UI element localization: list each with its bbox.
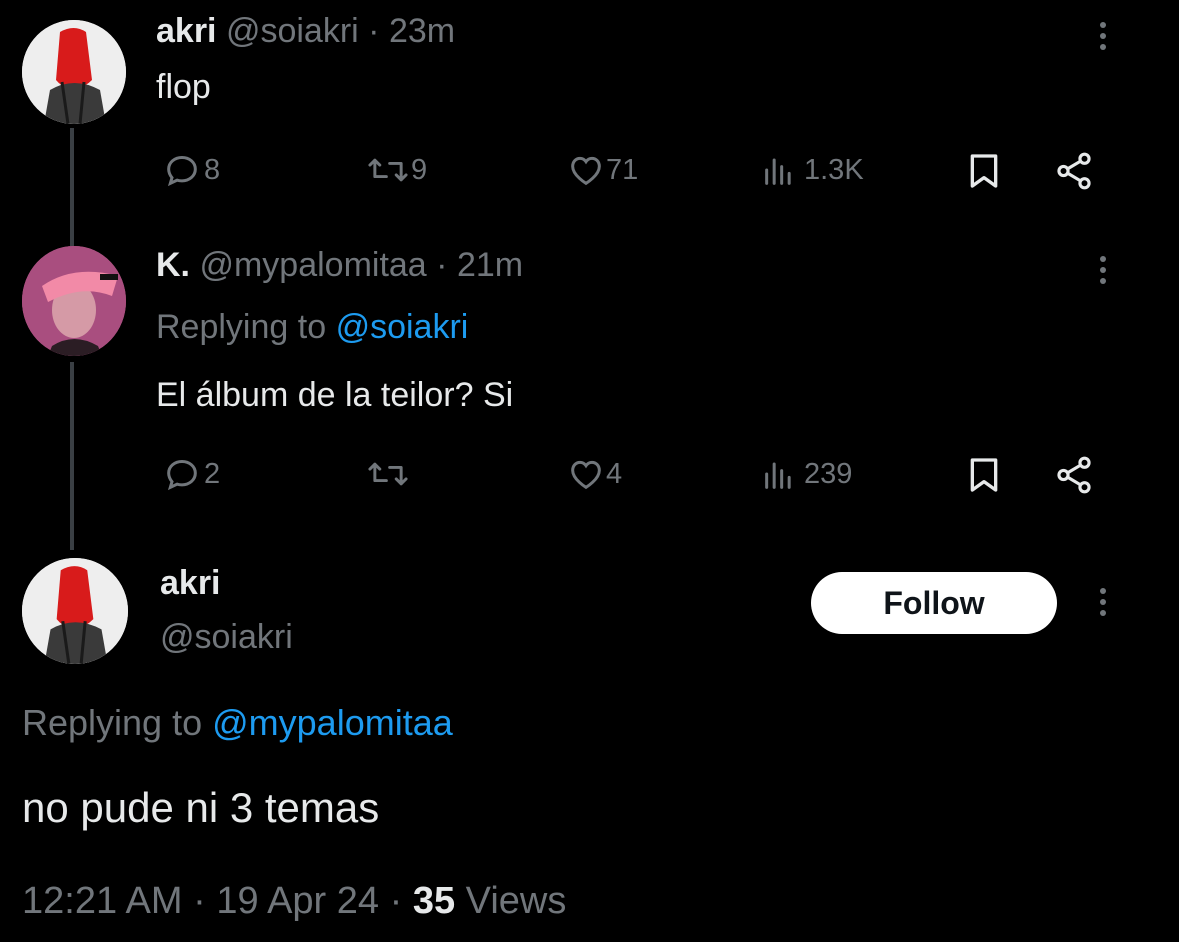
- avatar-k[interactable]: [22, 246, 126, 356]
- retweet-count: 9: [411, 153, 428, 186]
- tweet-meta: 12:21 AM · 19 Apr 24 · 35 Views: [22, 880, 566, 923]
- handle[interactable]: @mypalomitaa: [199, 246, 426, 284]
- separator: ·: [368, 12, 380, 50]
- replying-prefix: Replying to: [156, 308, 327, 346]
- share-icon: [1057, 152, 1091, 190]
- views-icon: [765, 158, 791, 185]
- share-icon: [1057, 456, 1091, 494]
- views-count: 35: [412, 880, 456, 922]
- display-name[interactable]: K.: [156, 246, 190, 284]
- views-label: Views: [465, 880, 567, 922]
- date[interactable]: 19 Apr 24: [216, 880, 379, 922]
- share-button[interactable]: [1052, 150, 1096, 192]
- timestamp[interactable]: 23m: [389, 12, 455, 50]
- like-button[interactable]: 4: [566, 454, 622, 494]
- reply-count: 8: [204, 153, 221, 186]
- views-button[interactable]: 239: [760, 454, 852, 494]
- retweet-icon: [368, 462, 408, 486]
- thread-line-2: [70, 362, 74, 550]
- separator: ·: [436, 246, 448, 284]
- avatar-image: [22, 20, 126, 124]
- bookmark-button[interactable]: [964, 454, 1004, 496]
- bookmark-button[interactable]: [964, 150, 1004, 192]
- reply-icon: [167, 459, 197, 491]
- bookmark-icon: [970, 458, 998, 492]
- replying-prefix: Replying to: [22, 702, 203, 743]
- like-icon: [571, 156, 601, 186]
- timestamp[interactable]: 12:21 AM: [22, 880, 183, 922]
- retweet-button[interactable]: 9: [365, 150, 427, 190]
- views-count: 1.3K: [804, 153, 864, 186]
- avatar-akri[interactable]: [22, 558, 128, 664]
- replying-handle-link[interactable]: @soiakri: [336, 308, 469, 346]
- handle[interactable]: @soiakri: [160, 618, 293, 657]
- avatar-akri[interactable]: [22, 20, 126, 124]
- like-button[interactable]: 71: [566, 150, 638, 190]
- more-icon[interactable]: [1099, 588, 1107, 621]
- more-icon[interactable]: [1099, 256, 1107, 289]
- views-button[interactable]: 1.3K: [760, 150, 864, 190]
- like-count: 4: [606, 457, 623, 490]
- avatar-image: [22, 246, 126, 356]
- follow-button[interactable]: Follow: [811, 572, 1057, 634]
- tweet-text: no pude ni 3 temas: [22, 784, 380, 831]
- views-count: 239: [804, 457, 853, 490]
- reply-button[interactable]: 2: [162, 454, 220, 494]
- tweet-text: flop: [156, 68, 211, 106]
- like-count: 71: [606, 153, 639, 186]
- separator: ·: [193, 880, 206, 922]
- bookmark-icon: [970, 154, 998, 188]
- reply-icon: [167, 155, 197, 187]
- timestamp[interactable]: 21m: [457, 246, 523, 284]
- tweet-text: El álbum de la teilor? Si: [156, 376, 514, 414]
- retweet-icon: [368, 158, 408, 182]
- handle[interactable]: @soiakri: [226, 12, 359, 50]
- replying-to: Replying to @soiakri: [156, 308, 468, 347]
- retweet-button[interactable]: [365, 454, 411, 494]
- tweet-1-header: akri @soiakri · 23m: [156, 12, 455, 51]
- tweet-2-header: K. @mypalomitaa · 21m: [156, 246, 523, 285]
- thread-line-1: [70, 128, 74, 246]
- replying-handle-link[interactable]: @mypalomitaa: [212, 702, 453, 743]
- display-name[interactable]: akri: [160, 564, 221, 603]
- views-icon: [765, 462, 791, 489]
- more-icon[interactable]: [1099, 22, 1107, 55]
- like-icon: [571, 460, 601, 490]
- reply-count: 2: [204, 457, 221, 490]
- share-button[interactable]: [1052, 454, 1096, 496]
- avatar-image: [22, 558, 128, 664]
- display-name[interactable]: akri: [156, 12, 217, 50]
- reply-button[interactable]: 8: [162, 150, 220, 190]
- replying-to: Replying to @mypalomitaa: [22, 702, 453, 744]
- separator: ·: [389, 880, 403, 922]
